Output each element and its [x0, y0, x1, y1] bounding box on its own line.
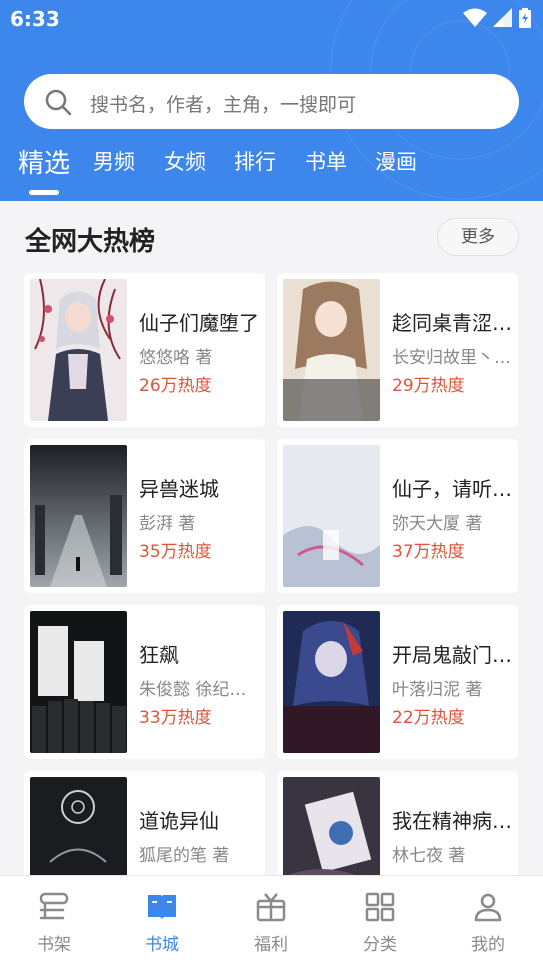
tab-featured[interactable]: 精选 — [18, 143, 70, 180]
nav-bookstore[interactable]: 书城 — [108, 890, 216, 955]
section-title: 全网大热榜 — [25, 227, 156, 257]
tab-indicator — [29, 190, 59, 195]
gift-icon — [256, 893, 286, 922]
nav-label: 我的 — [471, 935, 505, 955]
book-cover — [283, 777, 380, 875]
nav-label: 书城 — [145, 935, 179, 955]
book-card[interactable]: 我在精神病院学斩神 林七夜 著 — [277, 771, 518, 875]
search-placeholder: 搜书名，作者，主角，一搜即可 — [90, 94, 357, 116]
nav-category[interactable]: 分类 — [326, 890, 434, 955]
book-cover — [30, 777, 127, 875]
status-time: 6:33 — [10, 7, 60, 31]
battery-icon — [519, 8, 531, 28]
book-cover — [283, 279, 380, 421]
book-card[interactable]: 仙子们魔堕了 悠悠咯 著 26万热度 — [24, 273, 265, 427]
person-icon — [474, 893, 502, 922]
book-card[interactable]: 异兽迷城 彭湃 著 35万热度 — [24, 439, 265, 593]
book-cover — [30, 445, 127, 587]
wifi-icon — [463, 8, 487, 27]
book-title: 狂飙 — [139, 643, 179, 667]
book-card[interactable]: 道诡异仙 狐尾的笔 著 — [24, 771, 265, 875]
book-title: 道诡异仙 — [139, 809, 219, 833]
grid-icon — [365, 892, 395, 922]
status-bar: 6:33 — [0, 0, 543, 38]
book-cover — [30, 611, 127, 753]
tab-male[interactable]: 男频 — [93, 146, 135, 176]
book-title: 我在精神病院学斩神 — [392, 809, 514, 833]
signal-icon — [493, 8, 512, 27]
book-author: 狐尾的笔 著 — [139, 846, 230, 866]
book-card[interactable]: 趁同桌青涩，忽悠她做老婆 长安归故里丶 著 29万热度 — [277, 273, 518, 427]
book-author: 悠悠咯 著 — [139, 348, 213, 368]
nav-label: 福利 — [254, 935, 288, 955]
main-content: 全网大热榜 更多 仙子们魔堕了 悠悠咯 著 26万热度 趁同桌青涩， 长安归故里… — [0, 201, 543, 875]
book-card[interactable]: 开局鬼敲门，被我从十二楼丢下去 叶落归泥 著 22万热度 — [277, 605, 518, 759]
book-author: 弥天大厦 著 — [392, 514, 483, 534]
book-author: 林七夜 著 — [392, 846, 466, 866]
book-card[interactable]: 仙子，请听我解释 弥天大厦 著 37万热度 — [277, 439, 518, 593]
book-cover — [30, 279, 127, 421]
book-title: 趁同桌青涩，忽悠她做老婆 — [392, 311, 514, 335]
nav-label: 书架 — [37, 935, 71, 955]
tab-booklist[interactable]: 书单 — [305, 146, 347, 176]
nav-label: 分类 — [363, 935, 397, 955]
book-cover — [283, 445, 380, 587]
book-author: 长安归故里丶 著 — [392, 348, 514, 368]
tab-comics[interactable]: 漫画 — [375, 146, 417, 176]
book-heat: 29万热度 — [392, 376, 465, 396]
category-tabs: 精选 男频 女频 排行 书单 漫画 — [0, 146, 543, 196]
book-title: 仙子们魔堕了 — [139, 311, 259, 335]
book-title: 异兽迷城 — [139, 477, 219, 501]
tab-female[interactable]: 女频 — [164, 146, 206, 176]
book-heat: 37万热度 — [392, 542, 465, 562]
book-title: 开局鬼敲门，被我从十二楼丢下去 — [392, 643, 514, 667]
nav-welfare[interactable]: 福利 — [217, 890, 325, 955]
book-cover — [283, 611, 380, 753]
book-author: 叶落归泥 著 — [392, 680, 483, 700]
book-card[interactable]: 狂飙 朱俊懿 徐纪周 著 33万热度 — [24, 605, 265, 759]
book-heat: 35万热度 — [139, 542, 212, 562]
book-author: 朱俊懿 徐纪周 著 — [139, 680, 261, 700]
bottom-nav: 书架 书城 福利 分类 我的 — [0, 875, 543, 967]
book-title: 仙子，请听我解释 — [392, 477, 514, 501]
header: 6:33 搜书名，作者，主角，一搜即可 精选 男频 女频 排行 书单 漫画 — [0, 0, 543, 201]
nav-bookshelf[interactable]: 书架 — [0, 890, 108, 955]
nav-profile[interactable]: 我的 — [434, 890, 542, 955]
more-button[interactable]: 更多 — [437, 218, 519, 256]
book-heat: 33万热度 — [139, 708, 212, 728]
book-heat: 26万热度 — [139, 376, 212, 396]
book-author: 彭湃 著 — [139, 514, 196, 534]
search-bar[interactable]: 搜书名，作者，主角，一搜即可 — [24, 74, 519, 129]
book-heat: 22万热度 — [392, 708, 465, 728]
bookshelf-icon — [39, 892, 69, 920]
tab-ranking[interactable]: 排行 — [234, 146, 276, 176]
open-book-icon — [148, 895, 176, 919]
status-icons — [463, 8, 531, 28]
search-icon — [45, 89, 72, 116]
